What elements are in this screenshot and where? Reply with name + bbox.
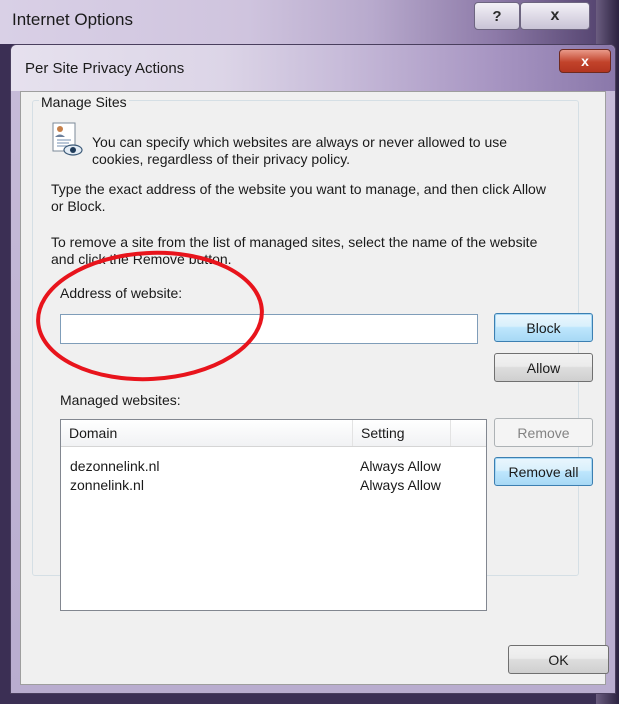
address-label: Address of website: [60,285,183,301]
ok-button-label: OK [548,651,569,668]
address-input[interactable] [60,314,478,344]
column-header-domain[interactable]: Domain [61,420,353,446]
dialog-close-button[interactable]: x [559,49,611,73]
instruction-text-line1: Type the exact address of the website yo… [51,181,546,197]
info-text-line2: cookies, regardless of their privacy pol… [92,151,351,167]
list-item-domain: dezonnelink.nl [70,458,160,474]
screen: Internet Options ? x Per Site Privacy Ac… [0,0,619,704]
remove-all-button[interactable]: Remove all [494,457,593,486]
info-text-line1: You can specify which websites are alway… [92,134,508,150]
list-header: Domain Setting [61,420,486,447]
internet-options-close-button[interactable]: x [520,2,590,30]
manage-sites-legend: Manage Sites [39,94,129,110]
internet-options-titlebar: Internet Options ? x [0,0,619,44]
internet-options-title: Internet Options [12,10,133,29]
list-item-setting: Always Allow [360,458,441,474]
ok-button[interactable]: OK [508,645,609,674]
remove-all-button-label: Remove all [508,463,579,480]
remove-button-label: Remove [517,424,570,441]
close-icon: x [550,7,560,24]
remove-instruction-line2: and click the Remove button. [51,251,232,267]
managed-websites-label: Managed websites: [60,392,181,408]
help-icon: ? [492,7,502,25]
remove-instruction-line1: To remove a site from the list of manage… [51,234,538,250]
column-header-setting[interactable]: Setting [353,420,451,446]
remove-button[interactable]: Remove [494,418,593,447]
privacy-document-icon [52,122,83,156]
allow-button[interactable]: Allow [494,353,593,382]
block-button-label: Block [526,319,561,336]
instruction-text-line2: or Block. [51,198,106,214]
dialog-title: Per Site Privacy Actions [25,60,185,77]
allow-button-label: Allow [526,359,561,376]
list-item-setting: Always Allow [360,477,441,493]
block-button[interactable]: Block [494,313,593,342]
managed-websites-list[interactable]: Domain Setting dezonnelink.nl Always All… [60,419,487,611]
list-item-domain: zonnelink.nl [70,477,144,493]
close-icon: x [581,53,589,69]
per-site-privacy-dialog: Per Site Privacy Actions x Manage Sites … [10,44,616,694]
list-item[interactable]: dezonnelink.nl Always Allow [61,457,486,475]
list-item[interactable]: zonnelink.nl Always Allow [61,476,486,494]
dialog-titlebar[interactable]: Per Site Privacy Actions x [11,45,615,91]
help-button[interactable]: ? [474,2,520,30]
